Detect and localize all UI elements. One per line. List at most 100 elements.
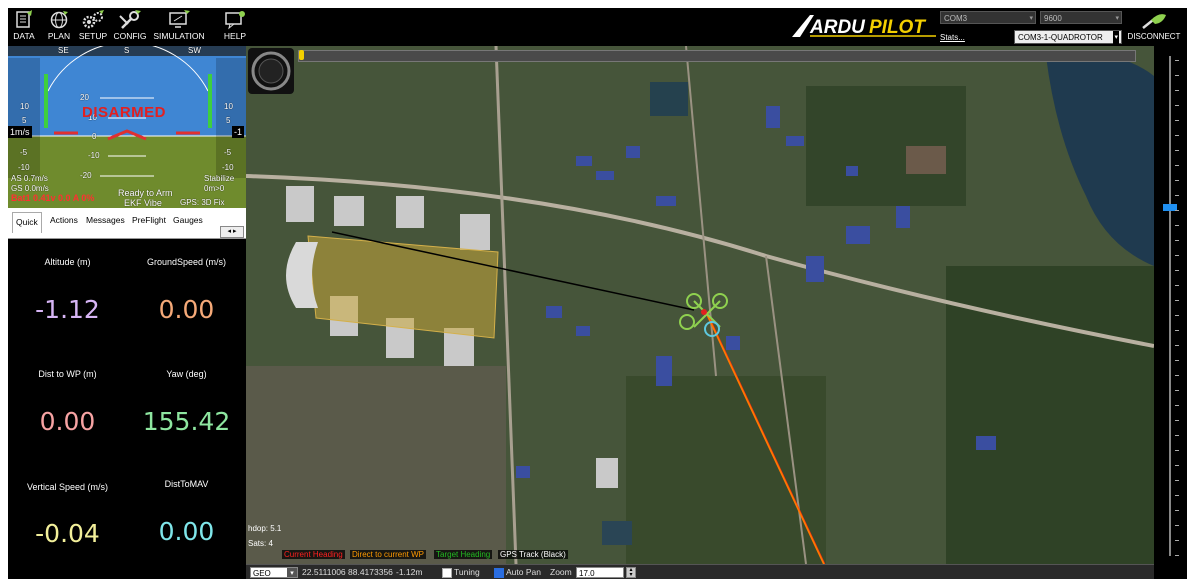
speed-scale-10: 10 (20, 102, 29, 111)
zoom-stepper[interactable]: ▴ ▾ (626, 567, 636, 578)
zoom-input[interactable]: 17.0 (576, 567, 624, 578)
tab-gauges[interactable]: Gauges (173, 215, 203, 225)
slider-tick (1175, 105, 1179, 106)
tab-actions[interactable]: Actions (50, 215, 78, 225)
yaw-value: 155.42 (142, 407, 231, 436)
progress-marker (299, 50, 304, 60)
speed-scale-neg5: -5 (20, 148, 28, 157)
zoom-label: Zoom (550, 567, 572, 577)
chevron-down-icon: ▾ (287, 568, 297, 577)
slider-tick (1175, 225, 1179, 226)
satellite-map[interactable]: hdop: 5.1 Sats: 4 Current Heading Direct… (246, 46, 1154, 564)
tab-scroll-arrows[interactable]: ◂ ▸ (220, 226, 244, 238)
speed-readout-box: 1m/s (8, 126, 32, 138)
flight-mode-text: Stabilize (204, 174, 235, 183)
slider-tick (1175, 165, 1179, 166)
chevron-down-icon: ▾ (1113, 31, 1119, 45)
ekf-vibe-text: EKF Vibe (124, 198, 162, 208)
logo-ardu-text: ARDU (809, 17, 866, 38)
coord-mode-select[interactable]: GEO ▾ (250, 567, 298, 578)
plan-button[interactable]: PLAN (46, 10, 72, 44)
autopan-checkbox-box[interactable] (494, 567, 504, 578)
altitude-value: -1.12 (35, 295, 100, 324)
chevron-down-icon: ▾ (1115, 15, 1119, 22)
ready-to-arm-text: Ready to Arm (118, 188, 173, 198)
pitch-label-20: 20 (80, 93, 89, 102)
vehicle-select-value: COM3-1-QUADROTOR (1018, 33, 1103, 42)
sats-readout: Sats: 4 (248, 539, 273, 548)
setup-button-label: SETUP (78, 31, 108, 41)
vehicle-select[interactable]: COM3-1-QUADROTOR ▾ (1014, 30, 1122, 45)
port-select[interactable]: COM3 ▾ (940, 11, 1036, 24)
heading-sw: SW (188, 46, 201, 55)
setup-button[interactable]: SETUP (76, 10, 110, 44)
alt-scale-10: 10 (224, 102, 233, 111)
slider-tick (1175, 375, 1179, 376)
groundspeed-readout: GS 0.0m/s (11, 184, 49, 193)
baud-select[interactable]: 9600 ▾ (1040, 11, 1122, 24)
slider-tick (1175, 435, 1179, 436)
autopan-label: Auto Pan (506, 567, 541, 577)
slider-tick (1175, 420, 1179, 421)
ardupilot-logo: ARDU PILOT (790, 12, 938, 40)
speed-scale-5: 5 (22, 116, 27, 125)
setup-gears-icon (82, 10, 104, 29)
dist-to-mav-value: 0.00 (158, 517, 215, 546)
slider-tick (1175, 285, 1179, 286)
vertical-speed-value: -0.04 (35, 519, 100, 548)
tuning-checkbox[interactable]: Tuning (442, 567, 480, 578)
slider-tick (1175, 330, 1179, 331)
dist-to-wp-value: 0.00 (39, 407, 96, 436)
altitude-readout: -1.12m (396, 567, 423, 577)
groundspeed-label: GroundSpeed (m/s) (146, 257, 227, 267)
slider-tick (1175, 525, 1179, 526)
zoom-slider-panel (1154, 46, 1187, 579)
compass-widget (248, 48, 294, 94)
autopan-checkbox[interactable]: Auto Pan (494, 567, 541, 578)
slider-tick (1175, 465, 1179, 466)
yaw-label: Yaw (deg) (166, 369, 207, 379)
slider-tick (1175, 555, 1179, 556)
slider-tick (1175, 75, 1179, 76)
tab-messages[interactable]: Messages (86, 215, 125, 225)
config-button[interactable]: CONFIG (112, 10, 148, 44)
alt-scale-5: 5 (226, 116, 231, 125)
port-select-value: COM3 (944, 14, 968, 23)
disconnect-button[interactable]: DISCONNECT (1124, 12, 1184, 44)
alt-scale-neg10: -10 (222, 163, 234, 172)
slider-tick (1175, 120, 1179, 121)
slider-tick (1175, 270, 1179, 271)
compass-icon (251, 51, 291, 91)
pitch-label-neg20: -20 (80, 171, 92, 180)
simulation-button[interactable]: SIMULATION (150, 10, 208, 44)
slider-tick (1175, 240, 1179, 241)
simulation-monitor-icon (169, 10, 190, 28)
data-button-label: DATA (13, 31, 35, 41)
tab-preflight[interactable]: PreFlight (132, 215, 166, 225)
slider-tick (1175, 60, 1179, 61)
plan-button-label: PLAN (47, 31, 71, 41)
zoom-value: 17.0 (579, 569, 595, 578)
slider-tick (1175, 180, 1179, 181)
legend-target-heading: Target Heading (434, 550, 493, 559)
pitch-label-0: 0 (92, 132, 97, 141)
stats-link[interactable]: Stats... (940, 33, 965, 42)
tuning-checkbox-box[interactable] (442, 567, 452, 578)
map-progress-bar (298, 50, 1136, 62)
tab-quick[interactable]: Quick (12, 212, 42, 233)
data-button[interactable]: DATA (10, 10, 38, 44)
chevron-down-icon: ▾ (1029, 15, 1033, 22)
legend-current-heading: Current Heading (282, 550, 345, 559)
config-wrench-icon (119, 10, 141, 29)
simulation-button-label: SIMULATION (153, 31, 205, 41)
mission-planner-window: DATA PLAN SETUP CONFIG SIMULATION HELP A… (8, 8, 1187, 579)
map-imagery (246, 46, 1154, 564)
slider-tick (1175, 195, 1179, 196)
dist-to-mav-label: DistToMAV (164, 479, 209, 489)
slider-tick (1175, 510, 1179, 511)
coord-mode-value: GEO (253, 569, 271, 578)
heading-se: SE (58, 46, 69, 55)
slider-tick (1175, 345, 1179, 346)
zoom-slider-track[interactable] (1169, 56, 1171, 556)
help-button[interactable]: HELP (222, 10, 248, 44)
